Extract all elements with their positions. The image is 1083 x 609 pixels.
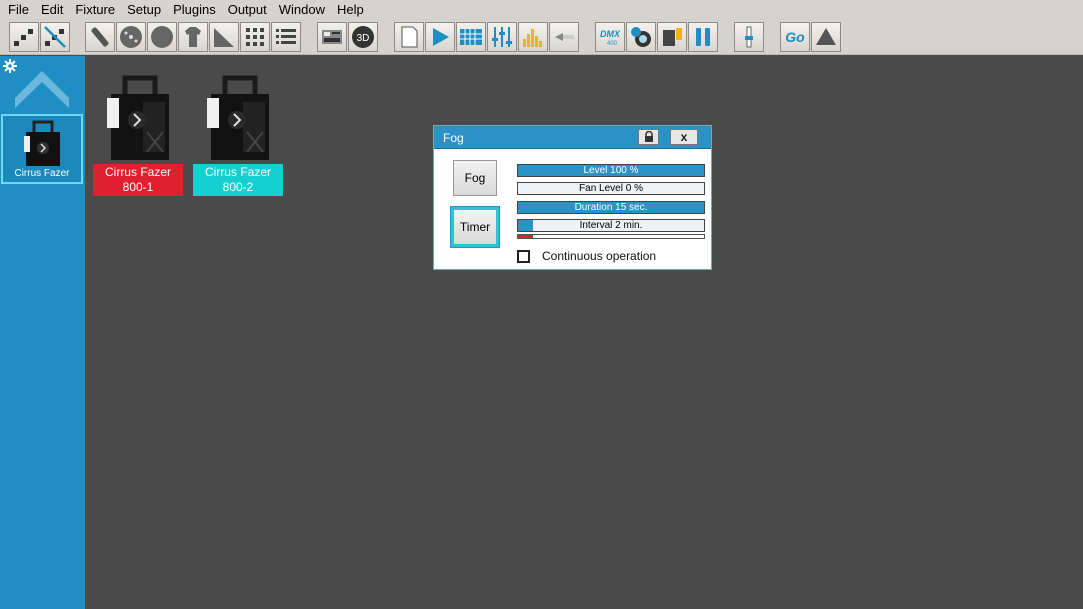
menu-fixture[interactable]: Fixture bbox=[69, 0, 121, 20]
go-button[interactable]: Go bbox=[780, 22, 810, 52]
stairs-crossed-icon bbox=[44, 26, 66, 48]
menu-setup[interactable]: Setup bbox=[121, 0, 167, 20]
list-icon bbox=[276, 29, 296, 44]
duration-label: Duration 15 sec. bbox=[574, 202, 648, 213]
console-button[interactable] bbox=[317, 22, 347, 52]
close-icon: x bbox=[680, 130, 688, 144]
sidebar-card-label: Cirrus Fazer bbox=[14, 168, 70, 179]
duration-slider[interactable]: Duration 15 sec. bbox=[517, 201, 705, 214]
menu-bar: File Edit Fixture Setup Plugins Output W… bbox=[0, 0, 1083, 20]
play-button[interactable] bbox=[425, 22, 455, 52]
gobo-dots-icon bbox=[120, 26, 142, 48]
moving-head-button[interactable] bbox=[657, 22, 687, 52]
ramp-button[interactable] bbox=[209, 22, 239, 52]
dmx-button[interactable]: DMX 400 bbox=[595, 22, 625, 52]
go-label: Go bbox=[785, 29, 805, 45]
sidebar-fixture-card[interactable]: Cirrus Fazer bbox=[1, 114, 83, 184]
menu-plugins[interactable]: Plugins bbox=[167, 0, 222, 20]
fixture-remote-button[interactable] bbox=[626, 22, 656, 52]
warning-triangle-icon bbox=[816, 28, 836, 45]
sidebar: Cirrus Fazer bbox=[0, 56, 85, 609]
ramp-icon bbox=[214, 28, 234, 47]
matrix-icon bbox=[460, 29, 482, 45]
dmx-label: DMX bbox=[600, 29, 621, 39]
dmx-sub-label: 400 bbox=[607, 41, 618, 47]
fan-level-label: Fan Level 0 % bbox=[579, 183, 643, 194]
interval-slider[interactable]: Interval 2 min. bbox=[517, 219, 705, 232]
menu-output[interactable]: Output bbox=[222, 0, 273, 20]
warning-button[interactable] bbox=[811, 22, 841, 52]
grid-button[interactable] bbox=[240, 22, 270, 52]
dmx-icon: DMX 400 bbox=[600, 29, 621, 47]
fan-level-slider[interactable]: Fan Level 0 % bbox=[517, 182, 705, 195]
fog-machine-icon bbox=[24, 120, 60, 166]
beam-button[interactable] bbox=[549, 22, 579, 52]
dialog-titlebar[interactable]: Fog x bbox=[434, 126, 711, 149]
console-icon bbox=[322, 30, 342, 44]
fixture-label: Cirrus Fazer 800-1 bbox=[93, 164, 183, 196]
audio-levels-icon bbox=[523, 29, 542, 47]
stairs-up-button[interactable] bbox=[9, 22, 39, 52]
stairs-up-icon bbox=[14, 29, 33, 46]
gobo-dots-button[interactable] bbox=[116, 22, 146, 52]
fixture-cirrus-fazer-800-2[interactable]: Cirrus Fazer 800-2 bbox=[193, 72, 283, 196]
moving-head-icon bbox=[663, 28, 682, 46]
toolbar: 3D DMX 400 Go bbox=[0, 20, 1083, 55]
pause-button[interactable] bbox=[688, 22, 718, 52]
fixture-cirrus-fazer-800-1[interactable]: Cirrus Fazer 800-1 bbox=[93, 72, 183, 196]
new-page-button[interactable] bbox=[394, 22, 424, 52]
menu-help[interactable]: Help bbox=[331, 0, 370, 20]
pause-icon bbox=[696, 28, 710, 46]
timer-progress-bar bbox=[517, 234, 705, 239]
gobo-solid-icon bbox=[151, 26, 173, 48]
dialog-title: Fog bbox=[443, 131, 464, 145]
level-label: Level 100 % bbox=[583, 165, 639, 176]
gobo-solid-button[interactable] bbox=[147, 22, 177, 52]
level-slider[interactable]: Level 100 % bbox=[517, 164, 705, 177]
fixture-remote-icon bbox=[631, 27, 651, 47]
continuous-operation-checkbox[interactable] bbox=[517, 250, 530, 263]
pen-light-icon bbox=[91, 27, 109, 47]
faders-button[interactable] bbox=[487, 22, 517, 52]
menu-edit[interactable]: Edit bbox=[35, 0, 69, 20]
grid-icon bbox=[246, 28, 264, 46]
timer-progress-fill bbox=[518, 235, 533, 238]
fog-machine-icon bbox=[107, 75, 169, 160]
tshirt-icon bbox=[185, 27, 201, 47]
lock-button[interactable] bbox=[638, 129, 659, 145]
go-icon: Go bbox=[785, 29, 805, 45]
chevron-up-icon[interactable] bbox=[15, 68, 69, 110]
list-button[interactable] bbox=[271, 22, 301, 52]
menu-window[interactable]: Window bbox=[273, 0, 331, 20]
faders-icon bbox=[492, 27, 512, 47]
stairs-crossed-button[interactable] bbox=[40, 22, 70, 52]
master-fader-button[interactable] bbox=[734, 22, 764, 52]
3d-view-button[interactable]: 3D bbox=[348, 22, 378, 52]
interval-label: Interval 2 min. bbox=[579, 220, 643, 231]
fog-machine-icon bbox=[207, 75, 269, 160]
tshirt-button[interactable] bbox=[178, 22, 208, 52]
page-icon bbox=[401, 26, 418, 48]
timer-button[interactable]: Timer bbox=[450, 206, 500, 248]
beam-icon bbox=[555, 33, 574, 41]
matrix-button[interactable] bbox=[456, 22, 486, 52]
master-fader-icon bbox=[745, 26, 753, 48]
menu-file[interactable]: File bbox=[2, 0, 35, 20]
fog-button[interactable]: Fog bbox=[453, 160, 497, 196]
fog-dialog: Fog x Fog Timer Level 100 % Fan Level 0 … bbox=[433, 125, 712, 270]
3d-view-icon: 3D bbox=[352, 26, 374, 48]
lock-icon bbox=[644, 131, 653, 142]
play-icon bbox=[433, 28, 449, 46]
close-button[interactable]: x bbox=[670, 129, 698, 145]
fixture-label: Cirrus Fazer 800-2 bbox=[193, 164, 283, 196]
continuous-operation-label: Continuous operation bbox=[542, 249, 657, 263]
svg-text:3D: 3D bbox=[357, 33, 370, 44]
pen-light-button[interactable] bbox=[85, 22, 115, 52]
audio-levels-button[interactable] bbox=[518, 22, 548, 52]
